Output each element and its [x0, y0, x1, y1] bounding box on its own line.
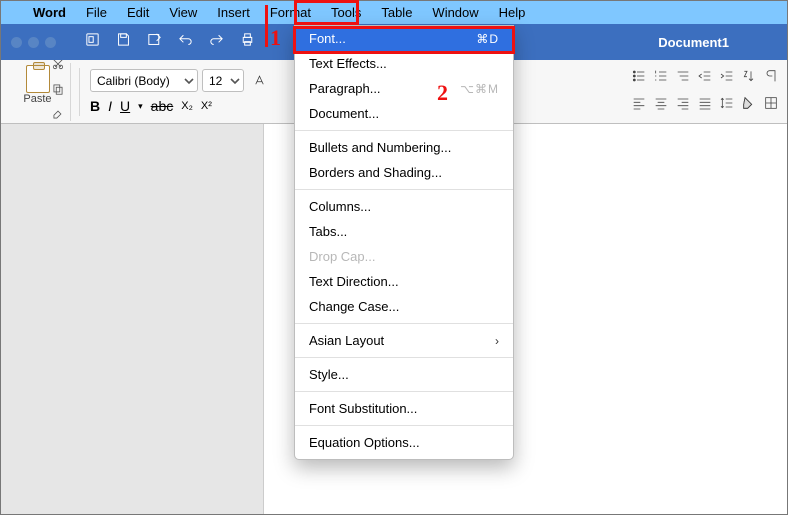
menu-item-label: Document...: [309, 106, 379, 121]
borders-icon[interactable]: [763, 95, 779, 116]
menu-separator: [295, 323, 513, 324]
menu-separator: [295, 130, 513, 131]
menu-item-change-case[interactable]: Change Case...: [295, 294, 513, 319]
menu-item-columns[interactable]: Columns...: [295, 194, 513, 219]
align-left-icon[interactable]: [631, 95, 647, 116]
multilevel-icon[interactable]: [675, 68, 691, 89]
paragraph-group: [631, 68, 779, 116]
clipboard-icon: [26, 65, 50, 93]
menu-item-label: Change Case...: [309, 299, 399, 314]
menu-file[interactable]: File: [76, 2, 117, 23]
menu-item-bullets[interactable]: Bullets and Numbering...: [295, 135, 513, 160]
redo-icon[interactable]: [208, 31, 225, 53]
underline-dropdown[interactable]: ▾: [138, 101, 143, 112]
menu-item-equation-options[interactable]: Equation Options...: [295, 430, 513, 455]
menu-item-tabs[interactable]: Tabs...: [295, 219, 513, 244]
save-check-icon[interactable]: [146, 31, 163, 53]
menu-item-label: Columns...: [309, 199, 371, 214]
line-spacing-icon[interactable]: [719, 95, 735, 116]
format-menu: Font... ⌘D Text Effects... Paragraph... …: [294, 25, 514, 460]
menu-item-label: Text Effects...: [309, 56, 387, 71]
underline-button[interactable]: U: [120, 98, 130, 114]
menu-item-label: Text Direction...: [309, 274, 399, 289]
menu-tools[interactable]: Tools: [321, 2, 371, 23]
font-name-value: Calibri (Body): [97, 74, 170, 88]
menu-separator: [295, 189, 513, 190]
menu-item-text-direction[interactable]: Text Direction...: [295, 269, 513, 294]
menu-item-label: Tabs...: [309, 224, 347, 239]
traffic-light-zoom[interactable]: [45, 37, 56, 48]
menu-item-label: Asian Layout: [309, 333, 384, 348]
menu-help[interactable]: Help: [489, 2, 536, 23]
traffic-light-minimize[interactable]: [28, 37, 39, 48]
chevron-right-icon: ›: [495, 334, 499, 348]
separator: [79, 68, 80, 116]
menu-edit[interactable]: Edit: [117, 2, 159, 23]
menu-item-style[interactable]: Style...: [295, 362, 513, 387]
menu-item-label: Font...: [309, 31, 346, 46]
menu-item-paragraph[interactable]: Paragraph... ⌥⌘M: [295, 76, 513, 101]
font-size-combo[interactable]: 12: [202, 69, 244, 92]
menu-separator: [295, 425, 513, 426]
document-title: Document1: [658, 35, 729, 50]
grow-font-icon[interactable]: [248, 70, 270, 92]
print-icon[interactable]: [239, 31, 256, 53]
font-size-value: 12: [209, 74, 222, 88]
menu-item-label: Font Substitution...: [309, 401, 417, 416]
strikethrough-button[interactable]: abc: [151, 98, 174, 114]
menu-item-font[interactable]: Font... ⌘D: [295, 26, 513, 51]
mac-menubar: Word File Edit View Insert Format Tools …: [1, 1, 787, 24]
document-gutter: [1, 124, 263, 514]
menu-table[interactable]: Table: [371, 2, 422, 23]
justify-icon[interactable]: [697, 95, 713, 116]
menu-item-text-effects[interactable]: Text Effects...: [295, 51, 513, 76]
menu-window[interactable]: Window: [422, 2, 488, 23]
sort-icon[interactable]: [741, 68, 757, 89]
menu-item-label: Bullets and Numbering...: [309, 140, 451, 155]
align-center-icon[interactable]: [653, 95, 669, 116]
increase-indent-icon[interactable]: [719, 68, 735, 89]
align-right-icon[interactable]: [675, 95, 691, 116]
bold-button[interactable]: B: [90, 98, 100, 114]
menu-item-font-substitution[interactable]: Font Substitution...: [295, 396, 513, 421]
font-name-combo[interactable]: Calibri (Body): [90, 69, 198, 92]
menu-item-label: Style...: [309, 367, 349, 382]
menu-separator: [295, 391, 513, 392]
home-icon[interactable]: [84, 31, 101, 53]
menu-item-shortcut: ⌘D: [476, 32, 499, 46]
show-marks-icon[interactable]: [763, 68, 779, 89]
menu-insert[interactable]: Insert: [207, 2, 260, 23]
menu-item-drop-cap: Drop Cap...: [295, 244, 513, 269]
menu-word[interactable]: Word: [23, 2, 76, 23]
menu-item-asian-layout[interactable]: Asian Layout ›: [295, 328, 513, 353]
chevron-down-icon: [184, 75, 194, 89]
menu-item-label: Drop Cap...: [309, 249, 375, 264]
menu-view[interactable]: View: [159, 2, 207, 23]
save-icon[interactable]: [115, 31, 132, 53]
menu-item-document[interactable]: Document...: [295, 101, 513, 126]
paste-label: Paste: [23, 93, 51, 105]
undo-icon[interactable]: [177, 31, 194, 53]
bullets-icon[interactable]: [631, 68, 647, 89]
menu-format[interactable]: Format: [260, 2, 321, 23]
subscript-button[interactable]: X₂: [181, 100, 193, 112]
menu-item-shortcut: ⌥⌘M: [460, 82, 499, 96]
decrease-indent-icon[interactable]: [697, 68, 713, 89]
copy-icon[interactable]: [51, 82, 65, 101]
menu-item-label: Paragraph...: [309, 81, 381, 96]
shading-icon[interactable]: [741, 95, 757, 116]
italic-button[interactable]: I: [108, 98, 112, 114]
superscript-button[interactable]: X²: [201, 100, 212, 112]
menu-item-borders[interactable]: Borders and Shading...: [295, 160, 513, 185]
menu-separator: [295, 357, 513, 358]
numbering-icon[interactable]: [653, 68, 669, 89]
traffic-light-close[interactable]: [11, 37, 22, 48]
menu-item-label: Equation Options...: [309, 435, 420, 450]
chevron-down-icon: [230, 75, 240, 89]
menu-item-label: Borders and Shading...: [309, 165, 442, 180]
